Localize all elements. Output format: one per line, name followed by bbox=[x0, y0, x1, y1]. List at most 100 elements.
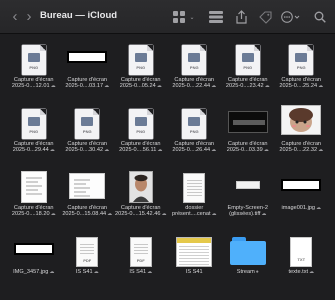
more-icon[interactable] bbox=[280, 8, 302, 26]
file-type-tag: PNG bbox=[82, 129, 92, 134]
file-item[interactable]: PNG Capture d'écran 2025-0...29.44☁ bbox=[8, 101, 60, 164]
file-type-tag: PNG bbox=[29, 129, 39, 134]
screenshot-thumbnail bbox=[281, 179, 322, 191]
text-line bbox=[80, 253, 95, 255]
icloud-icon: ☁ bbox=[50, 83, 56, 90]
text-line bbox=[80, 250, 95, 252]
text-line bbox=[25, 181, 38, 183]
text-line bbox=[187, 183, 203, 185]
icloud-icon: ☁ bbox=[93, 269, 99, 275]
file-item[interactable]: PNG Capture d'écran 2025-0...05.24☁ bbox=[115, 37, 167, 100]
icloud-icon: ☁ bbox=[264, 83, 270, 90]
icloud-icon: ☁ bbox=[211, 147, 217, 154]
file-thumbnail: PNG bbox=[65, 101, 109, 139]
file-item[interactable]: PNG Capture d'écran 2025-0....22.44☁ bbox=[169, 37, 221, 100]
file-thumbnail: PNG bbox=[172, 101, 216, 139]
file-name: Capture d'écran 2025-0....23.42☁ bbox=[226, 77, 270, 90]
file-type-tag: PDF bbox=[83, 258, 92, 263]
text-line bbox=[133, 247, 148, 249]
file-type-tag: TXT bbox=[297, 257, 306, 262]
file-item[interactable]: TXT texte.txt☁ bbox=[276, 229, 328, 292]
file-item[interactable]: dossier présent....cenat☁ bbox=[169, 165, 221, 228]
text-line bbox=[133, 250, 148, 252]
file-name-line1: IS S41☁ bbox=[129, 269, 153, 275]
text-line bbox=[187, 180, 203, 182]
file-thumbnail bbox=[65, 37, 109, 75]
pdf-file-icon: PDF bbox=[76, 237, 99, 267]
file-item[interactable]: PNG Capture d'écran 2025-0....56.11☁ bbox=[115, 101, 167, 164]
text-line bbox=[74, 187, 91, 189]
view-grid-icon[interactable] bbox=[170, 8, 188, 26]
file-item[interactable]: IS S41 bbox=[169, 229, 221, 292]
file-item[interactable]: Stream● bbox=[222, 229, 274, 292]
file-type-tag: PDF bbox=[136, 258, 145, 263]
file-name: IMG_3457.jpg☁ bbox=[13, 269, 54, 275]
file-item[interactable]: Capture d'écran 2025-0...15.08.44☁ bbox=[62, 165, 114, 228]
file-item[interactable]: PNG Capture d'écran 2025-0....26.44☁ bbox=[169, 101, 221, 164]
file-name: Capture d'écran 2025-0...05.24☁ bbox=[120, 77, 162, 90]
chevron-down-icon[interactable]: ⌄ bbox=[188, 8, 196, 26]
file-thumbnail bbox=[12, 165, 56, 203]
text-line bbox=[187, 192, 203, 194]
icloud-icon: ☁ bbox=[49, 147, 55, 154]
file-item[interactable]: Capture d'écran 2025-0....03.17☁ bbox=[62, 37, 114, 100]
file-name-line2: 2025-0....22.44☁ bbox=[172, 83, 217, 90]
share-icon[interactable] bbox=[232, 8, 250, 26]
forward-button[interactable]: › bbox=[22, 9, 36, 24]
file-thumbnail bbox=[279, 165, 323, 203]
search-icon[interactable] bbox=[311, 8, 329, 26]
back-button[interactable]: ‹ bbox=[8, 9, 22, 24]
file-thumbnail: PNG bbox=[226, 37, 270, 75]
file-name: IS S41☁ bbox=[76, 269, 99, 275]
file-item[interactable]: PNG Capture d'écran 2025-0....25.24☁ bbox=[276, 37, 328, 100]
file-item[interactable]: Capture d'écran 2025-0...03.39☁ bbox=[222, 101, 274, 164]
file-item[interactable]: PNG Capture d'écran 2025-0....30.42☁ bbox=[62, 101, 114, 164]
file-thumbnail bbox=[279, 101, 323, 139]
file-item[interactable]: IMG_3457.jpg☁ bbox=[8, 229, 60, 292]
png-file-icon: PNG bbox=[182, 45, 207, 75]
icloud-icon: ☁ bbox=[161, 211, 167, 218]
document-thumbnail bbox=[20, 171, 47, 203]
sheet-header bbox=[177, 238, 212, 243]
file-item[interactable]: PDF IS S41☁ bbox=[115, 229, 167, 292]
file-name: Capture d'écran 2025-0....56.11☁ bbox=[119, 141, 162, 154]
file-name-line1: IS S41 bbox=[185, 269, 203, 275]
text-line bbox=[25, 177, 42, 179]
file-name-line1: IMG_3457.jpg☁ bbox=[13, 269, 55, 275]
text-line bbox=[25, 185, 42, 187]
file-name: Capture d'écran 2025-0....22.32☁ bbox=[279, 141, 323, 154]
file-name: IS S41 bbox=[186, 269, 203, 275]
file-item[interactable]: Capture d'écran 2025-0....15.42.46☁ bbox=[115, 165, 167, 228]
file-item[interactable]: image001.jpg☁ bbox=[276, 165, 328, 228]
file-grid: PNG Capture d'écran 2025-0....12.01☁ Captur… bbox=[0, 35, 335, 300]
file-name-line2: 2025-0...03.39☁ bbox=[226, 147, 269, 154]
text-line bbox=[74, 191, 87, 193]
image-preview bbox=[134, 53, 147, 62]
file-name-line1: image001.jpg☁ bbox=[281, 205, 322, 211]
file-type-tag: PNG bbox=[189, 65, 199, 70]
icloud-icon: ☁ bbox=[316, 205, 322, 211]
screenshot-thumbnail bbox=[67, 51, 108, 63]
text-line bbox=[133, 244, 148, 246]
icloud-icon: ☁ bbox=[49, 269, 55, 275]
file-name: texte.txt☁ bbox=[288, 269, 314, 275]
file-item[interactable]: Capture d'écran 2025-0....22.32☁ bbox=[276, 101, 328, 164]
thumbnail-bar bbox=[232, 120, 265, 125]
sheet-row bbox=[179, 252, 210, 253]
tag-icon[interactable] bbox=[256, 8, 274, 26]
image-preview bbox=[241, 53, 254, 62]
file-item[interactable]: PNG Capture d'écran 2025-0....12.01☁ bbox=[8, 37, 60, 100]
file-item[interactable]: PNG Capture d'écran 2025-0....23.42☁ bbox=[222, 37, 274, 100]
file-thumbnail: PDF bbox=[119, 229, 163, 267]
file-item[interactable]: Empty-Screen-2 (glissées).tiff☁ bbox=[222, 165, 274, 228]
file-name-line2: 2025-0....56.11☁ bbox=[119, 147, 163, 154]
folder-body bbox=[229, 241, 266, 265]
group-icon[interactable] bbox=[206, 8, 226, 26]
file-name: IS S41☁ bbox=[129, 269, 152, 275]
file-name-line2: 2025-0....22.32☁ bbox=[279, 147, 324, 154]
text-line bbox=[133, 253, 148, 255]
file-name: Stream● bbox=[237, 269, 259, 275]
toolbar: ‹ › Bureau — iCloud ⌄ bbox=[0, 0, 335, 34]
file-item[interactable]: Capture d'écran 2025-0....18.20☁ bbox=[8, 165, 60, 228]
file-item[interactable]: PDF IS S41☁ bbox=[62, 229, 114, 292]
